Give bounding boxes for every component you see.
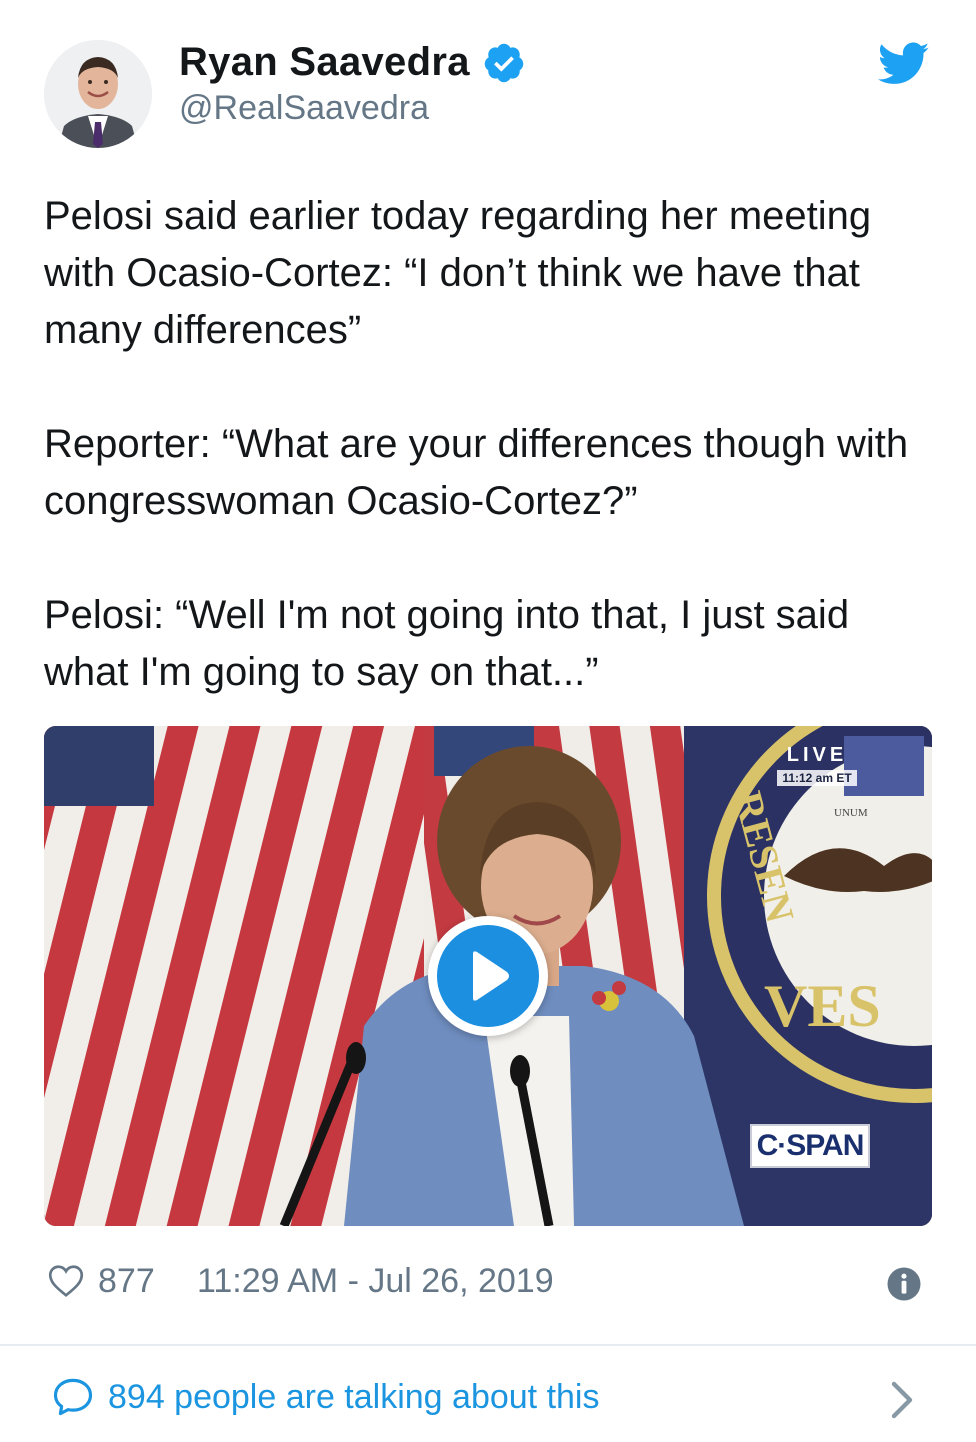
tweet-text: Pelosi said earlier today regarding her … bbox=[44, 188, 934, 701]
seal-small-text: UNUM bbox=[834, 807, 868, 819]
display-name[interactable]: Ryan Saavedra bbox=[179, 40, 470, 85]
tweet-paragraph: Pelosi: “Well I'm not going into that, I… bbox=[44, 593, 850, 694]
video-player[interactable]: RESEN VES UNUM LIVE 11:12 am ET C·SPAN bbox=[44, 726, 932, 1226]
network-logo: C·SPAN bbox=[750, 1124, 870, 1168]
tweet-meta: 877 11:29 AM - Jul 26, 2019 bbox=[44, 1254, 932, 1310]
speech-bubble-icon bbox=[53, 1378, 93, 1416]
tweet-timestamp[interactable]: 11:29 AM - Jul 26, 2019 bbox=[197, 1262, 554, 1301]
live-time: 11:12 am ET bbox=[777, 770, 857, 786]
like-count: 877 bbox=[98, 1262, 155, 1300]
avatar[interactable] bbox=[44, 40, 152, 148]
play-icon bbox=[437, 925, 539, 1027]
heart-icon[interactable] bbox=[48, 1264, 84, 1298]
live-badge: LIVE 11:12 am ET bbox=[777, 744, 857, 786]
twitter-bird-icon[interactable] bbox=[878, 42, 930, 86]
conversation-link[interactable]: 894 people are talking about this bbox=[0, 1346, 976, 1442]
tweet-paragraph: Pelosi said earlier today regarding her … bbox=[44, 194, 872, 352]
seal-text-bottom: VES bbox=[764, 973, 881, 1039]
chevron-right-icon[interactable] bbox=[890, 1380, 914, 1420]
talking-text[interactable]: 894 people are talking about this bbox=[108, 1378, 599, 1417]
play-button[interactable] bbox=[428, 916, 548, 1036]
user-handle[interactable]: @RealSaavedra bbox=[179, 89, 429, 128]
verified-badge-icon bbox=[484, 43, 523, 82]
tweet-header: Ryan Saavedra @RealSaavedra bbox=[0, 0, 976, 170]
live-label: LIVE bbox=[786, 744, 848, 766]
name-row: Ryan Saavedra bbox=[179, 40, 526, 85]
tweet-paragraph: Reporter: “What are your differences tho… bbox=[44, 422, 909, 523]
info-icon[interactable] bbox=[886, 1266, 922, 1302]
